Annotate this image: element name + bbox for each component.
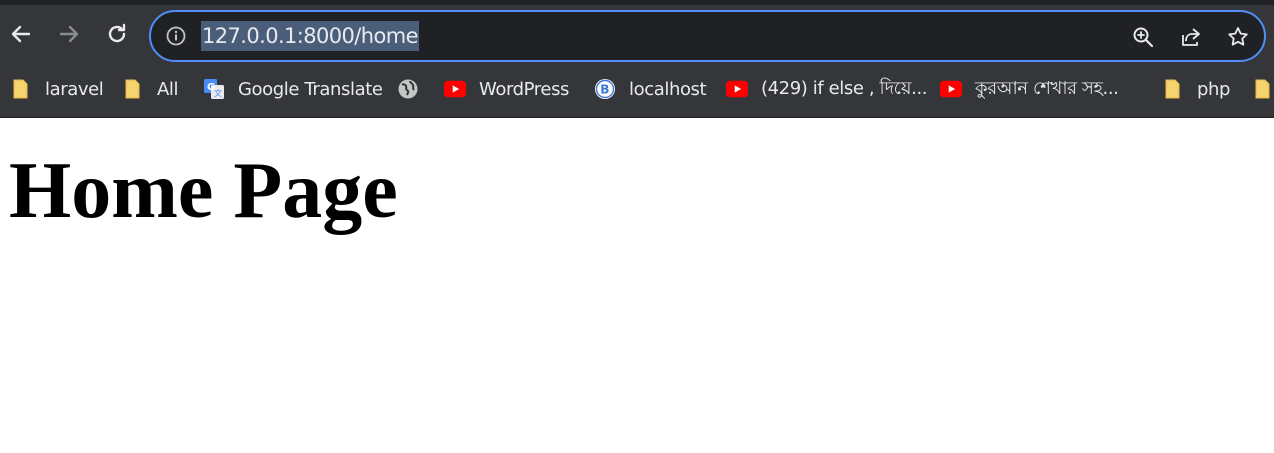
globe-icon — [397, 78, 419, 100]
bookmark-localhost[interactable]: B localhost — [594, 77, 707, 101]
youtube-icon — [940, 78, 962, 100]
star-icon[interactable] — [1225, 24, 1251, 50]
info-icon[interactable] — [165, 25, 187, 47]
reload-button[interactable] — [102, 19, 132, 49]
bookmark-globe[interactable] — [397, 77, 419, 101]
bookmark-label: Google Translate — [238, 78, 383, 100]
bookmark-php[interactable]: php — [1162, 77, 1230, 101]
bookmark-wordpress[interactable]: WordPress — [444, 77, 569, 101]
address-bar[interactable]: 127.0.0.1:8000/home — [149, 10, 1266, 62]
zoom-icon[interactable] — [1130, 24, 1156, 50]
bookmark-label: laravel — [45, 78, 104, 100]
browser-toolbar: 127.0.0.1:8000/home — [0, 5, 1274, 67]
arrow-left-icon — [11, 25, 31, 43]
bookmark-laravel[interactable]: laravel — [10, 77, 104, 101]
google-translate-icon: G文 — [203, 78, 225, 100]
bookmark-label: php — [1197, 78, 1231, 100]
bookmark-label: All — [157, 78, 179, 100]
bookmark-google-translate[interactable]: G文 Google Translate — [203, 77, 383, 101]
folder-icon — [1162, 78, 1184, 100]
svg-text:B: B — [600, 83, 609, 97]
arrow-right-icon — [59, 25, 79, 43]
bookmarks-bar: laravel All G文 Google Translate WordPres… — [0, 67, 1274, 112]
reload-icon — [108, 23, 126, 43]
youtube-icon — [444, 78, 466, 100]
back-button[interactable] — [6, 19, 36, 49]
bookmark-all[interactable]: All — [122, 77, 179, 101]
bookmark-label: কুরআন শেখার সহ... — [975, 77, 1119, 99]
bookmark-label: localhost — [629, 78, 707, 100]
bookmark-label: (429) if else , দিয়ে... — [761, 77, 928, 99]
bookmark-folder-overflow[interactable] — [1252, 77, 1274, 101]
browser-chrome: 127.0.0.1:8000/home laravel All G文 Googl… — [0, 0, 1274, 118]
b-circle-icon: B — [594, 78, 616, 100]
folder-icon — [122, 78, 144, 100]
url-text[interactable]: 127.0.0.1:8000/home — [201, 21, 419, 51]
svg-text:文: 文 — [214, 88, 222, 98]
youtube-icon — [726, 78, 748, 100]
forward-button[interactable] — [54, 19, 84, 49]
bookmark-youtube-quran[interactable]: কুরআন শেখার সহ... — [940, 77, 1119, 101]
page-title: Home Page — [9, 147, 398, 235]
folder-icon — [10, 78, 32, 100]
bookmark-youtube-if-else[interactable]: (429) if else , দিয়ে... — [726, 77, 927, 101]
share-icon[interactable] — [1178, 24, 1204, 50]
folder-icon — [1252, 78, 1274, 100]
page-content: Home Page — [0, 118, 1274, 453]
bookmark-label: WordPress — [479, 78, 570, 100]
